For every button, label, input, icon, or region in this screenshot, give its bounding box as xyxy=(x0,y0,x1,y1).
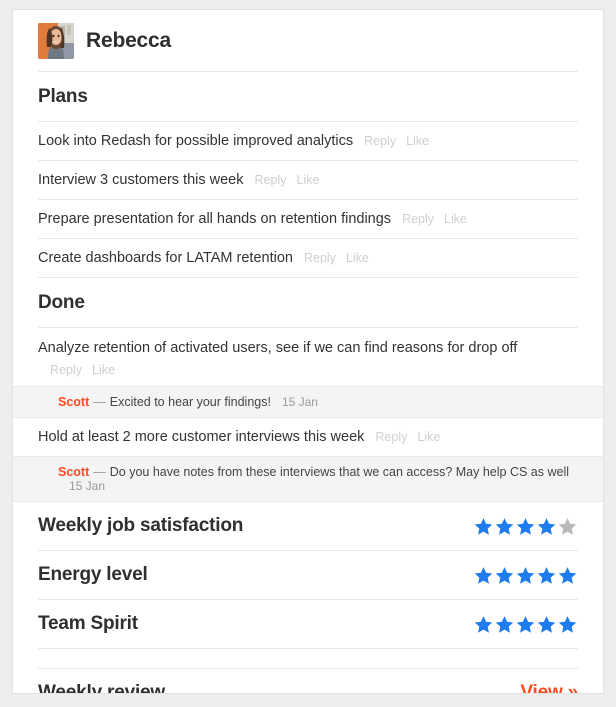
task-actions: Reply Like xyxy=(255,171,320,189)
star-filled-icon[interactable] xyxy=(494,516,515,537)
task-actions: Reply Like xyxy=(304,249,369,267)
task-row: Hold at least 2 more customer interviews… xyxy=(13,418,603,456)
section-title-done: Done xyxy=(38,292,85,313)
view-link[interactable]: View » xyxy=(520,682,578,693)
rating-row-team-spirit: Team Spirit xyxy=(13,600,603,648)
comment-dash: — xyxy=(93,465,106,479)
section-title-plans: Plans xyxy=(38,86,88,107)
rating-row-satisfaction: Weekly job satisfaction xyxy=(13,502,603,550)
star-filled-icon[interactable] xyxy=(494,614,515,635)
author-name: Rebecca xyxy=(86,29,171,52)
star-filled-icon[interactable] xyxy=(536,516,557,537)
like-link[interactable]: Like xyxy=(444,210,467,228)
rating-label: Energy level xyxy=(38,564,148,585)
task-row: Interview 3 customers this week Reply Li… xyxy=(13,161,603,199)
star-filled-icon[interactable] xyxy=(557,565,578,586)
reply-link[interactable]: Reply xyxy=(255,171,287,189)
reply-link[interactable]: Reply xyxy=(50,361,82,379)
task-actions: Reply Like xyxy=(364,132,429,150)
like-link[interactable]: Like xyxy=(346,249,369,267)
reply-link[interactable]: Reply xyxy=(304,249,336,267)
task-row: Analyze retention of activated users, se… xyxy=(13,328,603,386)
comment-text: Excited to hear your findings! xyxy=(109,395,271,409)
like-link[interactable]: Like xyxy=(406,132,429,150)
task-actions: Reply Like xyxy=(375,428,440,446)
rating-label: Weekly job satisfaction xyxy=(38,515,244,536)
star-empty-icon[interactable] xyxy=(557,516,578,537)
star-filled-icon[interactable] xyxy=(515,614,536,635)
star-filled-icon[interactable] xyxy=(494,565,515,586)
page-background: Rebecca Plans Look into Redash for possi… xyxy=(0,0,616,707)
comment-dash: — xyxy=(93,395,106,409)
like-link[interactable]: Like xyxy=(417,428,440,446)
avatar-photo-icon xyxy=(38,23,74,59)
star-filled-icon[interactable] xyxy=(515,565,536,586)
star-rating[interactable] xyxy=(473,565,578,586)
task-actions: Reply Like xyxy=(50,361,578,379)
task-text: Prepare presentation for all hands on re… xyxy=(38,211,392,227)
task-text: Look into Redash for possible improved a… xyxy=(38,133,354,149)
comment-date: 15 Jan xyxy=(281,395,318,409)
star-filled-icon[interactable] xyxy=(536,565,557,586)
task-text: Interview 3 customers this week xyxy=(38,172,244,188)
star-filled-icon[interactable] xyxy=(473,614,494,635)
task-text: Analyze retention of activated users, se… xyxy=(38,340,518,356)
like-link[interactable]: Like xyxy=(296,171,319,189)
reply-link[interactable]: Reply xyxy=(375,428,407,446)
spacer-row xyxy=(13,649,603,668)
comment-row: Scott — Excited to hear your findings! 1… xyxy=(13,386,603,418)
weekly-review-label: Weekly review xyxy=(38,682,165,694)
like-link[interactable]: Like xyxy=(92,361,115,379)
rating-row-energy: Energy level xyxy=(13,551,603,599)
star-filled-icon[interactable] xyxy=(473,565,494,586)
comment-author[interactable]: Scott xyxy=(58,465,89,479)
comment-date: 15 Jan xyxy=(69,479,106,493)
comment-author[interactable]: Scott xyxy=(58,395,89,409)
task-text: Create dashboards for LATAM retention xyxy=(38,250,293,266)
star-rating[interactable] xyxy=(473,516,578,537)
reply-link[interactable]: Reply xyxy=(364,132,396,150)
star-filled-icon[interactable] xyxy=(557,614,578,635)
task-text: Hold at least 2 more customer interviews… xyxy=(38,429,365,445)
avatar[interactable] xyxy=(38,23,74,59)
comment-text: Do you have notes from these interviews … xyxy=(109,465,569,479)
comment-row: Scott — Do you have notes from these int… xyxy=(13,456,603,502)
star-rating[interactable] xyxy=(473,614,578,635)
task-row: Create dashboards for LATAM retention Re… xyxy=(13,239,603,277)
task-row: Look into Redash for possible improved a… xyxy=(13,122,603,160)
star-filled-icon[interactable] xyxy=(473,516,494,537)
weekly-update-card: Rebecca Plans Look into Redash for possi… xyxy=(12,9,604,694)
weekly-review-row: Weekly review View » xyxy=(13,669,603,694)
task-actions: Reply Like xyxy=(402,210,467,228)
task-row: Prepare presentation for all hands on re… xyxy=(13,200,603,238)
star-filled-icon[interactable] xyxy=(515,516,536,537)
rating-label: Team Spirit xyxy=(38,613,138,634)
card-header: Rebecca xyxy=(13,10,603,71)
star-filled-icon[interactable] xyxy=(536,614,557,635)
reply-link[interactable]: Reply xyxy=(402,210,434,228)
